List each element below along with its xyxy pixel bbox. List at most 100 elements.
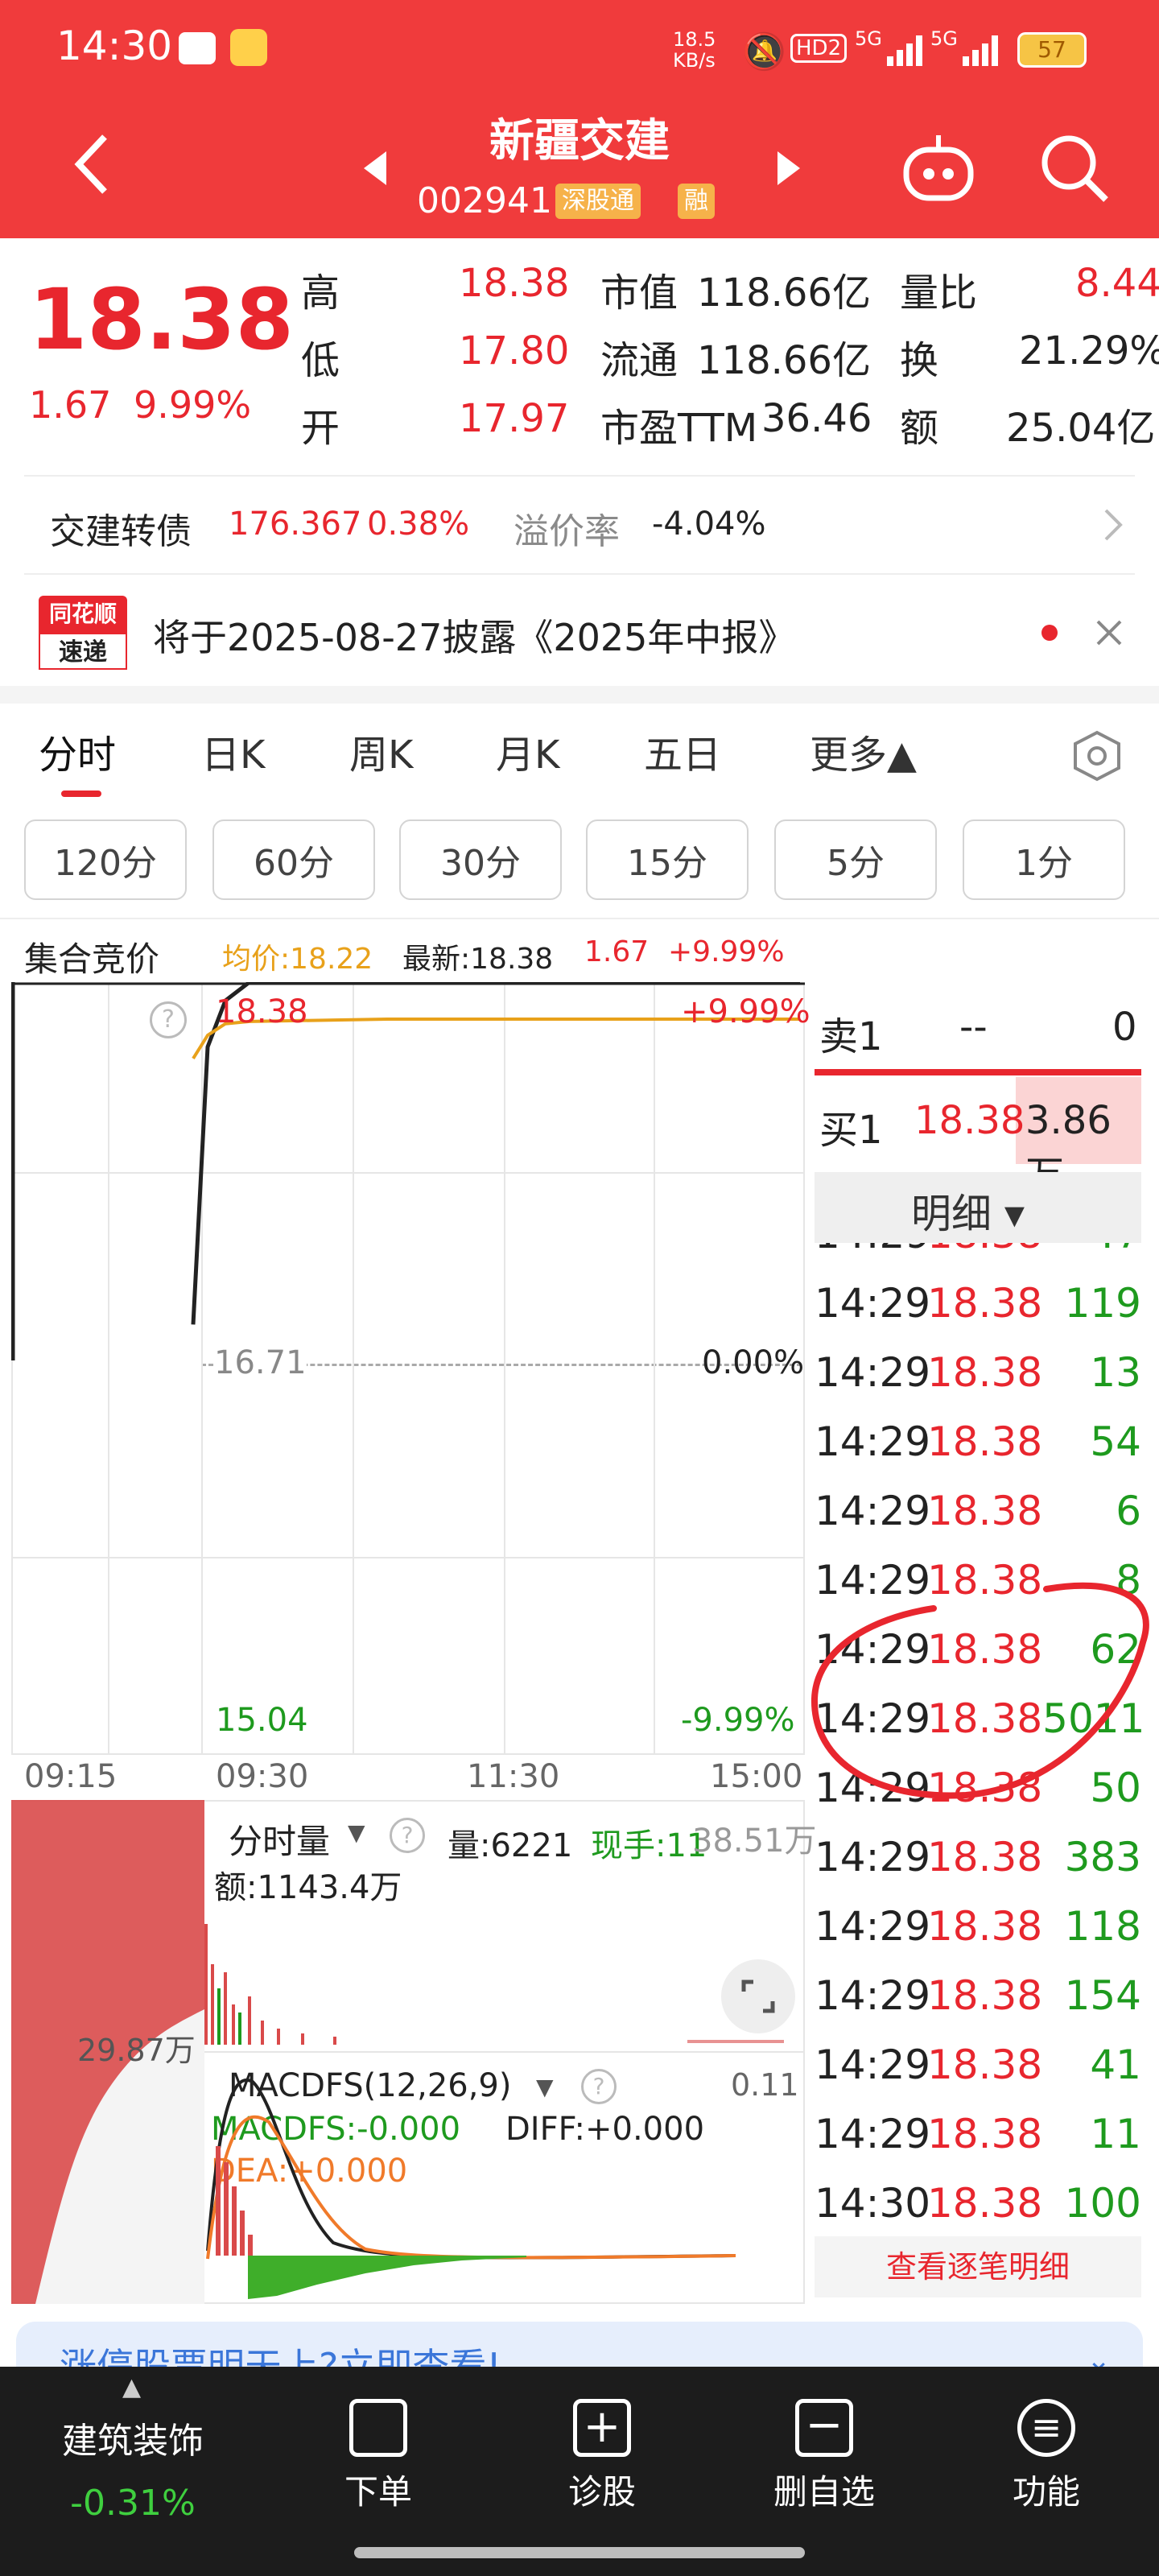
notice-text: 将于2025-08-27披露《2025年中报》 bbox=[153, 616, 796, 659]
help-icon[interactable]: ? bbox=[390, 1818, 425, 1853]
notice-banner[interactable]: 同花顺 速递 将于2025-08-27披露《2025年中报》 bbox=[0, 580, 1159, 684]
pct-label-top: +9.99% bbox=[681, 993, 810, 1030]
bid-price: 18.38 bbox=[914, 1098, 1025, 1143]
settings-hexagon-icon[interactable] bbox=[1070, 729, 1124, 782]
nav-remove-watchlist[interactable]: − 删自选 bbox=[744, 2399, 905, 2514]
app-notification-icon-2 bbox=[230, 29, 267, 66]
nav-functions[interactable]: ≡ 功能 bbox=[966, 2399, 1127, 2514]
tick-time: 14:29 bbox=[815, 1834, 931, 1880]
period-60min[interactable]: 60分 bbox=[212, 819, 375, 900]
chevron-right-icon bbox=[1101, 507, 1125, 543]
auction-label: 集合竞价 bbox=[24, 939, 160, 979]
period-120min[interactable]: 120分 bbox=[24, 819, 187, 900]
market-cap-value: 118.66亿 bbox=[697, 270, 871, 316]
current-price: 18.38 bbox=[29, 270, 294, 369]
network-speed: 18.5 KB/s bbox=[673, 28, 716, 72]
chart-info-bar: 集合竞价 均价:18.22 最新:18.38 1.67 +9.99% bbox=[0, 926, 805, 979]
period-5min[interactable]: 5分 bbox=[774, 819, 937, 900]
menu-circle-icon: ≡ bbox=[1017, 2399, 1075, 2457]
divider bbox=[204, 2051, 805, 2053]
volume-ratio-value: 8.44 bbox=[1075, 261, 1159, 306]
tick-volume: 6 bbox=[1116, 1488, 1141, 1534]
tick-row: 14:29 18.38 119 bbox=[815, 1269, 1141, 1338]
view-all-ticks-link[interactable]: 查看逐笔明细 bbox=[815, 2236, 1141, 2297]
y-label-bottom: 15.04 bbox=[216, 1702, 308, 1739]
macd-chart bbox=[206, 2078, 736, 2299]
nav-order[interactable]: 下单 bbox=[298, 2399, 459, 2514]
ths-express-logo: 同花顺 速递 bbox=[39, 596, 127, 670]
expand-icon[interactable] bbox=[721, 1959, 795, 2033]
section-gap bbox=[0, 686, 1159, 704]
open-label: 开 bbox=[301, 406, 340, 451]
tab-intraday[interactable]: 分时 bbox=[39, 723, 116, 779]
robot-assistant-icon[interactable] bbox=[900, 132, 977, 204]
tick-time: 14:29 bbox=[815, 1903, 931, 1950]
dropdown-icon: ▼ bbox=[348, 1819, 365, 1846]
divider bbox=[24, 573, 1135, 575]
tick-time: 14:29 bbox=[815, 1243, 930, 1257]
amount-label: 额 bbox=[900, 406, 939, 451]
price-change-pct: 9.99% bbox=[134, 383, 252, 427]
nav-diagnose[interactable]: + 诊股 bbox=[522, 2399, 683, 2514]
close-icon[interactable] bbox=[1095, 618, 1124, 647]
turnover-label: 换 bbox=[900, 338, 939, 383]
signal-bars-icon-2 bbox=[961, 32, 1006, 68]
tab-more[interactable]: 更多▲ bbox=[810, 723, 917, 779]
current-hand: 现手:11 bbox=[591, 1827, 707, 1864]
ask-label: 卖1 bbox=[819, 1014, 883, 1059]
x-label: 11:30 bbox=[467, 1758, 560, 1795]
home-indicator[interactable] bbox=[354, 2547, 805, 2558]
tick-row: 14:29 18.38 154 bbox=[815, 1961, 1141, 2030]
latest-pct: +9.99% bbox=[668, 935, 785, 968]
tick-volume: 100 bbox=[1064, 2180, 1141, 2219]
tick-price: 18.38 bbox=[927, 1243, 1048, 1257]
period-1min[interactable]: 1分 bbox=[963, 819, 1125, 900]
tick-time: 14:29 bbox=[815, 1280, 931, 1327]
ask-price: -- bbox=[959, 1005, 988, 1050]
y-label-top: 18.38 bbox=[216, 993, 308, 1030]
premium-value: -4.04% bbox=[652, 506, 766, 543]
hand-drawn-circle-annotation bbox=[810, 1582, 1149, 1799]
ask-volume: 0 bbox=[1112, 1005, 1137, 1050]
volume-bars bbox=[204, 1924, 784, 2045]
volume-indicator-select[interactable]: 分时量 ▼ bbox=[209, 1810, 394, 1861]
tag-shengutong: 深股通 bbox=[555, 184, 641, 219]
unread-dot-icon bbox=[1041, 625, 1058, 641]
sector-pct: -0.31% bbox=[70, 2483, 196, 2524]
period-30min[interactable]: 30分 bbox=[399, 819, 562, 900]
tick-row: 14:29 18.38 54 bbox=[815, 1407, 1141, 1476]
volume-max: 38.51万 bbox=[692, 1823, 817, 1860]
tick-price: 18.38 bbox=[927, 2180, 1043, 2219]
prev-stock-icon[interactable] bbox=[359, 148, 391, 188]
tick-price: 18.38 bbox=[927, 1488, 1043, 1534]
back-icon[interactable] bbox=[68, 132, 116, 196]
help-icon[interactable]: ? bbox=[150, 1001, 187, 1038]
convertible-bond-row[interactable]: 交建转债 176.367 0.38% 溢价率 -4.04% bbox=[0, 483, 1159, 564]
tab-daily-k[interactable]: 日K bbox=[201, 723, 265, 779]
battery-icon: 57 bbox=[1017, 32, 1087, 68]
volume-amount: 额:1143.4万 bbox=[214, 1869, 402, 1906]
tick-price: 18.38 bbox=[927, 2041, 1043, 2088]
tick-volume: 54 bbox=[1090, 1418, 1141, 1465]
caret-up-icon: ▲ bbox=[122, 2373, 142, 2401]
order-icon bbox=[349, 2399, 407, 2457]
hd-icon: HD2 bbox=[790, 34, 848, 63]
detail-label: 明细 ▾ bbox=[911, 1191, 1025, 1237]
tab-weekly-k[interactable]: 周K bbox=[349, 723, 413, 779]
latest-price: 最新:18.38 bbox=[402, 943, 554, 976]
sector-name: 建筑装饰 bbox=[62, 2421, 204, 2462]
tick-volume: 154 bbox=[1064, 1972, 1141, 2019]
tab-monthly-k[interactable]: 月K bbox=[496, 723, 559, 779]
app-notification-icon bbox=[179, 32, 216, 64]
sector-item[interactable]: 建筑装饰 -0.31% bbox=[16, 2412, 250, 2524]
tab-five-day[interactable]: 五日 bbox=[644, 723, 721, 779]
stock-header: 新疆交建 002941 深股通 融 bbox=[0, 97, 1159, 238]
tick-time: 14:29 bbox=[815, 1972, 931, 2019]
tick-row: 14:29 18.38 41 bbox=[815, 2030, 1141, 2099]
ask-row: 卖1 -- 0 bbox=[815, 982, 1141, 1071]
detail-toggle[interactable]: 明细 ▾ bbox=[815, 1172, 1141, 1243]
search-icon[interactable] bbox=[1038, 132, 1111, 204]
tick-time: 14:30 bbox=[815, 2180, 931, 2219]
period-15min[interactable]: 15分 bbox=[586, 819, 749, 900]
next-stock-icon[interactable] bbox=[773, 148, 805, 188]
